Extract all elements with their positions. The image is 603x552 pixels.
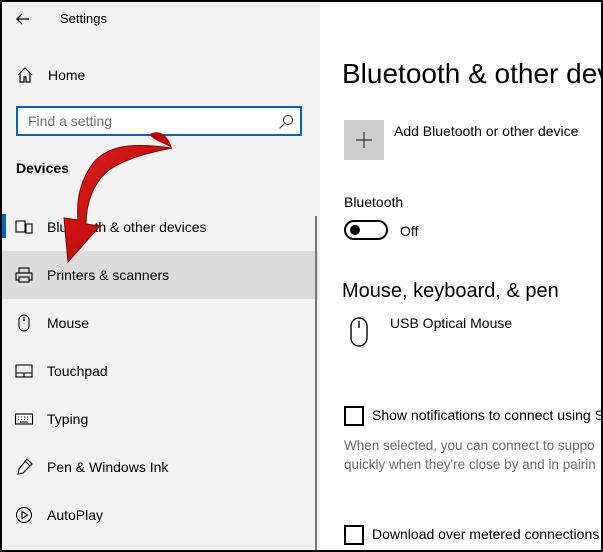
- sidebar-item-typing[interactable]: Typing: [2, 395, 318, 443]
- settings-window: Settings Home Devices Bluetooth & other …: [0, 0, 603, 552]
- autoplay-icon: [15, 506, 33, 524]
- mouse-icon: [18, 314, 30, 332]
- bluetooth-state: Off: [400, 223, 419, 239]
- device-name[interactable]: USB Optical Mouse: [390, 315, 512, 331]
- title-bar: Settings: [2, 2, 320, 36]
- sidebar-item-label: Touchpad: [47, 363, 108, 379]
- search-icon[interactable]: [278, 114, 294, 130]
- search-box[interactable]: [16, 106, 302, 136]
- sidebar-item-label: Bluetooth & other devices: [47, 219, 207, 235]
- bluetooth-toggle[interactable]: [344, 220, 388, 240]
- app-title: Settings: [60, 11, 107, 26]
- plus-icon: [356, 132, 372, 148]
- sidebar-item-home[interactable]: Home: [2, 58, 320, 92]
- add-device-button[interactable]: [344, 120, 384, 160]
- sidebar-item-label: Home: [48, 67, 86, 83]
- printer-icon: [15, 267, 33, 283]
- notify-checkbox-label: Show notifications to connect using S: [372, 407, 603, 423]
- sidebar-item-printers[interactable]: Printers & scanners: [2, 251, 318, 299]
- sidebar-item-label: Mouse: [47, 315, 90, 331]
- mouse-keyboard-pen-heading: Mouse, keyboard, & pen: [342, 280, 559, 302]
- main-content: Bluetooth & other dev Add Bluetooth or o…: [320, 2, 603, 550]
- add-device-label[interactable]: Add Bluetooth or other device: [394, 123, 578, 139]
- notify-checkbox[interactable]: [344, 406, 364, 426]
- back-arrow-icon: [16, 13, 29, 25]
- sidebar-item-label: AutoPlay: [47, 507, 104, 523]
- sidebar-item-bluetooth[interactable]: Bluetooth & other devices: [2, 203, 318, 251]
- back-button[interactable]: [12, 8, 34, 30]
- page-title: Bluetooth & other dev: [342, 58, 603, 89]
- sidebar-item-touchpad[interactable]: Touchpad: [2, 347, 318, 395]
- sidebar-item-label: Printers & scanners: [47, 267, 170, 283]
- section-title: Devices: [16, 160, 69, 176]
- toggle-knob: [350, 225, 360, 235]
- notify-description: When selected, you can connect to suppo …: [344, 436, 601, 474]
- search-input[interactable]: [18, 108, 300, 134]
- description-line: quickly when they're close by and in pai…: [344, 457, 596, 472]
- sidebar-scrollbar[interactable]: [315, 216, 317, 550]
- sidebar-item-mouse[interactable]: Mouse: [2, 299, 318, 347]
- sidebar-item-label: Pen & Windows Ink: [47, 459, 169, 475]
- keyboard-icon: [14, 413, 34, 425]
- sidebar-item-pen[interactable]: Pen & Windows Ink: [2, 443, 318, 491]
- sidebar-item-autoplay[interactable]: AutoPlay: [2, 491, 318, 539]
- bluetooth-devices-icon: [15, 220, 33, 234]
- touchpad-icon: [15, 364, 33, 378]
- pen-icon: [17, 458, 33, 475]
- metered-checkbox-label: Download over metered connections: [372, 526, 600, 542]
- mouse-device-icon: [350, 317, 368, 347]
- home-icon: [17, 67, 33, 83]
- sidebar: Settings Home Devices Bluetooth & other …: [2, 2, 320, 550]
- sidebar-item-label: Typing: [47, 411, 89, 427]
- description-line: When selected, you can connect to suppo: [344, 438, 595, 453]
- bluetooth-label: Bluetooth: [344, 194, 404, 210]
- metered-checkbox[interactable]: [344, 525, 364, 545]
